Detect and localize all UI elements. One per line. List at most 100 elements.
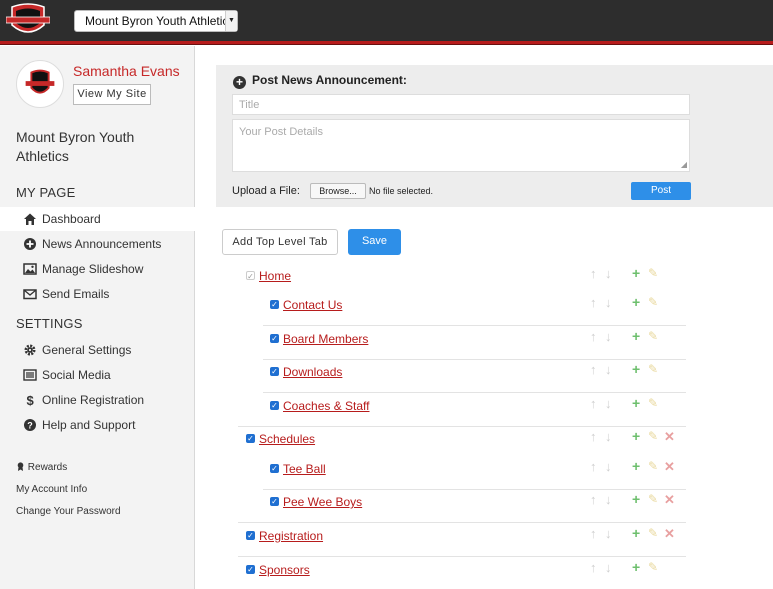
move-up-icon[interactable]: ↑ (590, 396, 597, 411)
move-up-icon[interactable]: ↑ (590, 266, 597, 281)
tab-link[interactable]: Tee Ball (283, 462, 326, 476)
add-subtab-icon[interactable]: + (632, 559, 640, 575)
edit-icon[interactable]: ✎ (648, 295, 658, 309)
add-subtab-icon[interactable]: + (632, 265, 640, 281)
tab-link[interactable]: Registration (259, 529, 323, 543)
no-file-text: No file selected. (369, 186, 434, 196)
tab-checkbox[interactable]: ✓ (246, 271, 255, 281)
chevron-down-icon: ▼ (225, 11, 237, 31)
post-title-input[interactable]: Title (232, 94, 690, 115)
add-subtab-icon[interactable]: + (632, 294, 640, 310)
move-down-icon[interactable]: ↓ (605, 429, 612, 444)
tab-row: ✓ Downloads ↑ ↓ + ✎ (0, 361, 773, 382)
edit-icon[interactable]: ✎ (648, 396, 658, 410)
delete-icon[interactable]: ✕ (664, 429, 675, 445)
add-subtab-icon[interactable]: + (632, 395, 640, 411)
tab-checkbox[interactable]: ✓ (246, 434, 255, 443)
tab-link[interactable]: Board Members (283, 332, 368, 346)
plus-circle-icon[interactable]: + (233, 76, 246, 89)
edit-icon[interactable]: ✎ (648, 266, 658, 280)
tab-checkbox[interactable]: ✓ (270, 401, 279, 410)
nav-news-label: News Announcements (42, 237, 162, 251)
move-down-icon[interactable]: ↓ (605, 329, 612, 344)
delete-icon[interactable]: ✕ (664, 459, 675, 475)
tab-link[interactable]: Pee Wee Boys (283, 495, 362, 509)
move-down-icon[interactable]: ↓ (605, 526, 612, 541)
move-up-icon[interactable]: ↑ (590, 329, 597, 344)
tab-link[interactable]: Sponsors (259, 563, 310, 577)
move-up-icon[interactable]: ↑ (590, 295, 597, 310)
post-details-placeholder: Your Post Details (239, 126, 323, 138)
move-down-icon[interactable]: ↓ (605, 295, 612, 310)
move-down-icon[interactable]: ↓ (605, 459, 612, 474)
edit-icon[interactable]: ✎ (648, 526, 658, 540)
org-name: Mount Byron Youth Athletics (16, 129, 135, 164)
tab-checkbox[interactable]: ✓ (246, 531, 255, 540)
save-button[interactable]: Save (348, 229, 401, 255)
move-up-icon[interactable]: ↑ (590, 362, 597, 377)
row-divider (238, 426, 686, 427)
add-subtab-icon[interactable]: + (632, 328, 640, 344)
tab-link[interactable]: Coaches & Staff (283, 399, 370, 413)
tab-link[interactable]: Schedules (259, 432, 315, 446)
row-divider (238, 522, 686, 523)
top-bar: Mount Byron Youth Athletics ▼ (0, 0, 773, 41)
resize-grip-icon[interactable]: ◢ (681, 160, 687, 169)
header-divider (0, 41, 773, 45)
move-down-icon[interactable]: ↓ (605, 266, 612, 281)
view-my-site-button[interactable]: View My Site (73, 84, 151, 105)
edit-icon[interactable]: ✎ (648, 560, 658, 574)
nav-dashboard[interactable]: Dashboard (0, 207, 195, 231)
add-subtab-icon[interactable]: + (632, 361, 640, 377)
tab-row: ✓ Coaches & Staff ↑ ↓ + ✎ (0, 395, 773, 416)
delete-icon[interactable]: ✕ (664, 526, 675, 542)
site-logo[interactable] (6, 3, 50, 39)
nav-dashboard-label: Dashboard (42, 212, 101, 226)
tab-row: ✓ Contact Us ↑ ↓ + ✎ (0, 294, 773, 315)
move-up-icon[interactable]: ↑ (590, 526, 597, 541)
edit-icon[interactable]: ✎ (648, 492, 658, 506)
org-select[interactable]: Mount Byron Youth Athletics ▼ (74, 10, 238, 32)
row-divider (263, 392, 686, 393)
move-down-icon[interactable]: ↓ (605, 560, 612, 575)
tab-link[interactable]: Contact Us (283, 298, 342, 312)
tab-checkbox[interactable]: ✓ (270, 464, 279, 473)
tab-row: ✓ Schedules ↑ ↓ + ✎ ✕ (0, 428, 773, 449)
post-details-textarea[interactable]: Your Post Details ◢ (232, 119, 690, 172)
nav-news-announcements[interactable]: News Announcements (0, 232, 195, 256)
tab-link[interactable]: Downloads (283, 365, 342, 379)
edit-icon[interactable]: ✎ (648, 362, 658, 376)
user-name[interactable]: Samantha Evans (73, 63, 180, 79)
tab-checkbox[interactable]: ✓ (270, 367, 279, 376)
edit-icon[interactable]: ✎ (648, 429, 658, 443)
move-up-icon[interactable]: ↑ (590, 429, 597, 444)
edit-icon[interactable]: ✎ (648, 459, 658, 473)
tab-checkbox[interactable]: ✓ (246, 565, 255, 574)
post-button[interactable]: Post (631, 182, 691, 200)
tab-row: ✓ Registration ↑ ↓ + ✎ ✕ (0, 525, 773, 546)
tab-link[interactable]: Home (259, 269, 291, 283)
edit-icon[interactable]: ✎ (648, 329, 658, 343)
move-up-icon[interactable]: ↑ (590, 459, 597, 474)
delete-icon[interactable]: ✕ (664, 492, 675, 508)
browse-button[interactable]: Browse... (310, 183, 366, 199)
tab-row: ✓ Board Members ↑ ↓ + ✎ (0, 328, 773, 349)
tab-row: ✓ Sponsors ↑ ↓ + ✎ (0, 559, 773, 580)
move-up-icon[interactable]: ↑ (590, 492, 597, 507)
tab-row: ✓ Tee Ball ↑ ↓ + ✎ ✕ (0, 458, 773, 479)
add-top-level-tab-button[interactable]: Add Top Level Tab (222, 229, 338, 255)
tab-checkbox[interactable]: ✓ (270, 300, 279, 309)
tab-checkbox[interactable]: ✓ (270, 497, 279, 506)
add-subtab-icon[interactable]: + (632, 491, 640, 507)
add-subtab-icon[interactable]: + (632, 428, 640, 444)
plus-circle-icon (24, 238, 36, 250)
move-down-icon[interactable]: ↓ (605, 492, 612, 507)
move-up-icon[interactable]: ↑ (590, 560, 597, 575)
my-page-heading: MY PAGE (16, 185, 76, 200)
tab-checkbox[interactable]: ✓ (270, 334, 279, 343)
post-announcement-panel: + Post News Announcement: Title Your Post… (216, 65, 773, 207)
move-down-icon[interactable]: ↓ (605, 362, 612, 377)
add-subtab-icon[interactable]: + (632, 458, 640, 474)
add-subtab-icon[interactable]: + (632, 525, 640, 541)
move-down-icon[interactable]: ↓ (605, 396, 612, 411)
